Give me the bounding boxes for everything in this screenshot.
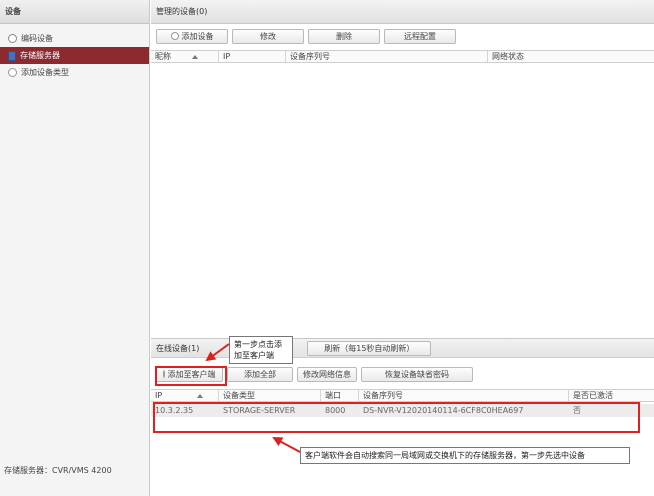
col-label: 设备类型: [223, 391, 255, 400]
restore-password-button[interactable]: 恢复设备缺省密码: [361, 366, 473, 382]
sidebar-header: 设备: [0, 0, 149, 24]
globe-icon: [8, 34, 17, 43]
col-label: 端口: [325, 391, 341, 400]
remote-config-button[interactable]: 远程配置: [384, 28, 456, 44]
plus-icon: [170, 32, 179, 40]
col-ip[interactable]: IP: [219, 51, 286, 62]
sidebar-item-add-device-type[interactable]: 添加设备类型: [0, 64, 149, 81]
col-label: 昵称: [155, 52, 171, 61]
online-table-header: IP 设备类型 端口 设备序列号 是否已激活: [151, 389, 654, 402]
online-devices-title: 在线设备(1): [156, 343, 200, 353]
col-label: IP: [155, 391, 163, 400]
managed-devices-title: 管理的设备(0): [151, 0, 654, 24]
col-network-status[interactable]: 网络状态: [488, 51, 654, 62]
col-label: 是否已激活: [573, 391, 613, 400]
col-ip[interactable]: IP: [151, 390, 219, 401]
managed-toolbar: 添加设备 修改 删除 远程配置: [151, 26, 654, 46]
col-port[interactable]: 端口: [321, 390, 359, 401]
refresh-button[interactable]: 刷新（每15秒自动刷新）: [307, 340, 432, 356]
sort-asc-icon: [192, 54, 198, 59]
server-icon: [8, 50, 16, 61]
col-device-type[interactable]: 设备类型: [219, 390, 321, 401]
col-label: 设备序列号: [290, 52, 330, 61]
sidebar-item-label: 添加设备类型: [21, 68, 69, 77]
add-all-button[interactable]: 添加全部: [227, 366, 293, 382]
col-label: 网络状态: [492, 52, 524, 61]
col-label: IP: [223, 52, 231, 61]
step0-callout: 客户端软件会自动搜索同一局域网或交换机下的存储服务器，第一步先选中设备: [300, 447, 630, 464]
sidebar-item-label: 编码设备: [21, 34, 53, 43]
col-serial[interactable]: 设备序列号: [286, 51, 488, 62]
sidebar-item-storage-server[interactable]: 存储服务器: [0, 47, 149, 64]
col-serial[interactable]: 设备序列号: [359, 390, 569, 401]
col-label: 设备序列号: [363, 391, 403, 400]
delete-button[interactable]: 删除: [308, 28, 380, 44]
sidebar-footer: 存储服务器：CVR/VMS 4200: [4, 466, 112, 475]
modify-netinfo-button[interactable]: 修改网络信息: [297, 366, 357, 382]
step1-callout: 第一步点击添加至客户端: [229, 336, 293, 364]
managed-device-list[interactable]: [151, 63, 654, 337]
modify-button[interactable]: 修改: [232, 28, 304, 44]
radio-icon: [8, 68, 17, 77]
add-device-label: 添加设备: [181, 31, 214, 41]
highlight-add-to-client: [155, 366, 227, 386]
add-device-button[interactable]: 添加设备: [156, 28, 228, 44]
col-activated[interactable]: 是否已激活: [569, 390, 654, 401]
sidebar-item-label: 存储服务器: [20, 51, 60, 60]
managed-table-header: 昵称 IP 设备序列号 网络状态: [151, 50, 654, 63]
online-devices-bar: 在线设备(1) 刷新（每15秒自动刷新）: [151, 338, 654, 358]
sort-asc-icon: [197, 393, 204, 398]
sidebar: 设备 编码设备 存储服务器 添加设备类型 存储服务器：CVR/VMS 4200: [0, 0, 150, 496]
sidebar-item-encoding-device[interactable]: 编码设备: [0, 30, 149, 47]
highlight-device-row: [153, 402, 640, 433]
col-nickname[interactable]: 昵称: [151, 51, 219, 62]
app-window: 设备 编码设备 存储服务器 添加设备类型 存储服务器：CVR/VMS 4200 …: [0, 0, 654, 496]
